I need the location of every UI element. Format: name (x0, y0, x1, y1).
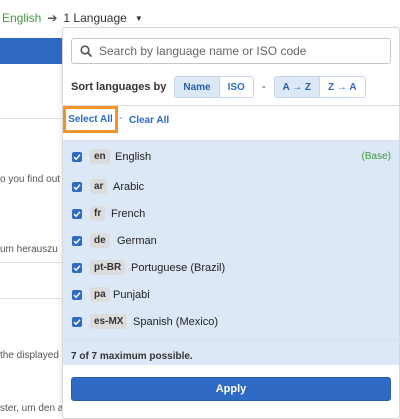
iso-code-badge: fr (90, 206, 106, 221)
iso-code-badge: pa (90, 287, 110, 302)
checkbox[interactable] (72, 262, 82, 273)
list-item[interactable]: pa Punjabi (63, 281, 399, 308)
checkbox[interactable] (72, 289, 82, 300)
apply-button[interactable]: Apply (71, 377, 391, 401)
language-name: Punjabi (113, 288, 150, 301)
language-selector-panel: Sort languages by Name ISO - A → Z Z → A… (62, 27, 400, 419)
list-item[interactable]: ar Arabic (63, 173, 399, 200)
background-text: um herauszu (0, 244, 58, 255)
source-language: English (2, 11, 42, 25)
clear-all-button[interactable]: Clear All (129, 115, 169, 126)
checkbox[interactable] (72, 235, 82, 246)
sort-descending-button[interactable]: Z → A (320, 77, 365, 97)
base-language-tag: (Base) (361, 151, 391, 162)
iso-code-badge: de (90, 233, 110, 248)
check-icon (73, 318, 81, 325)
sort-by-iso-button[interactable]: ISO (219, 77, 253, 97)
search-icon (80, 45, 92, 57)
check-icon (73, 264, 81, 271)
divider (63, 340, 399, 341)
language-name: Portuguese (Brazil) (131, 261, 226, 274)
caret-down-icon[interactable]: ▼ (135, 14, 143, 23)
selection-separator: - (119, 113, 123, 124)
checkbox[interactable] (72, 181, 82, 192)
sort-controls: Sort languages by Name ISO - A → Z Z → A (71, 75, 366, 99)
target-languages-dropdown[interactable]: 1 Language (63, 11, 126, 25)
breadcrumb: English ➔ 1 Language ▼ (2, 11, 143, 25)
background-text: ster, um den a (0, 403, 64, 414)
list-item[interactable]: pt-BR Portuguese (Brazil) (63, 254, 399, 281)
language-name: German (117, 234, 157, 247)
language-name: English (115, 150, 152, 163)
iso-code-badge: en (90, 149, 110, 164)
check-icon (73, 210, 81, 217)
language-name: French (111, 207, 146, 220)
list-item[interactable]: fr French (63, 200, 399, 227)
check-icon (73, 237, 81, 244)
background-text: o you find out (0, 174, 61, 185)
checkbox[interactable] (72, 151, 82, 162)
iso-code-badge: es-MX (90, 314, 128, 329)
search-input[interactable] (99, 44, 389, 58)
iso-code-badge: ar (90, 179, 108, 194)
language-name: Spanish (Mexico) (133, 315, 218, 328)
sort-by-name-button[interactable]: Name (175, 77, 220, 97)
iso-code-badge: pt-BR (90, 260, 126, 275)
list-item[interactable]: de German (63, 227, 399, 254)
sort-field-toggle: Name ISO (174, 76, 254, 98)
list-item[interactable]: es-MX Spanish (Mexico) (63, 308, 399, 335)
language-name: Arabic (113, 180, 145, 193)
search-box[interactable] (71, 38, 391, 64)
list-item[interactable]: en English (Base) (63, 143, 399, 170)
check-icon (73, 183, 81, 190)
language-list: en English (Base) ar Arabic fr French de… (63, 141, 399, 365)
background-text: the displayed (0, 350, 59, 361)
selection-count: 7 of 7 maximum possible. (71, 351, 193, 362)
sort-separator: - (261, 81, 266, 93)
sort-ascending-button[interactable]: A → Z (274, 77, 321, 97)
sort-direction-toggle: A → Z Z → A (273, 76, 366, 98)
arrow-right-icon: ➔ (47, 11, 58, 25)
sort-label: Sort languages by (71, 81, 167, 93)
check-icon (73, 291, 81, 298)
checkbox[interactable] (72, 208, 82, 219)
select-all-button[interactable]: Select All (63, 106, 118, 133)
checkbox[interactable] (72, 316, 82, 327)
check-icon (73, 153, 81, 160)
